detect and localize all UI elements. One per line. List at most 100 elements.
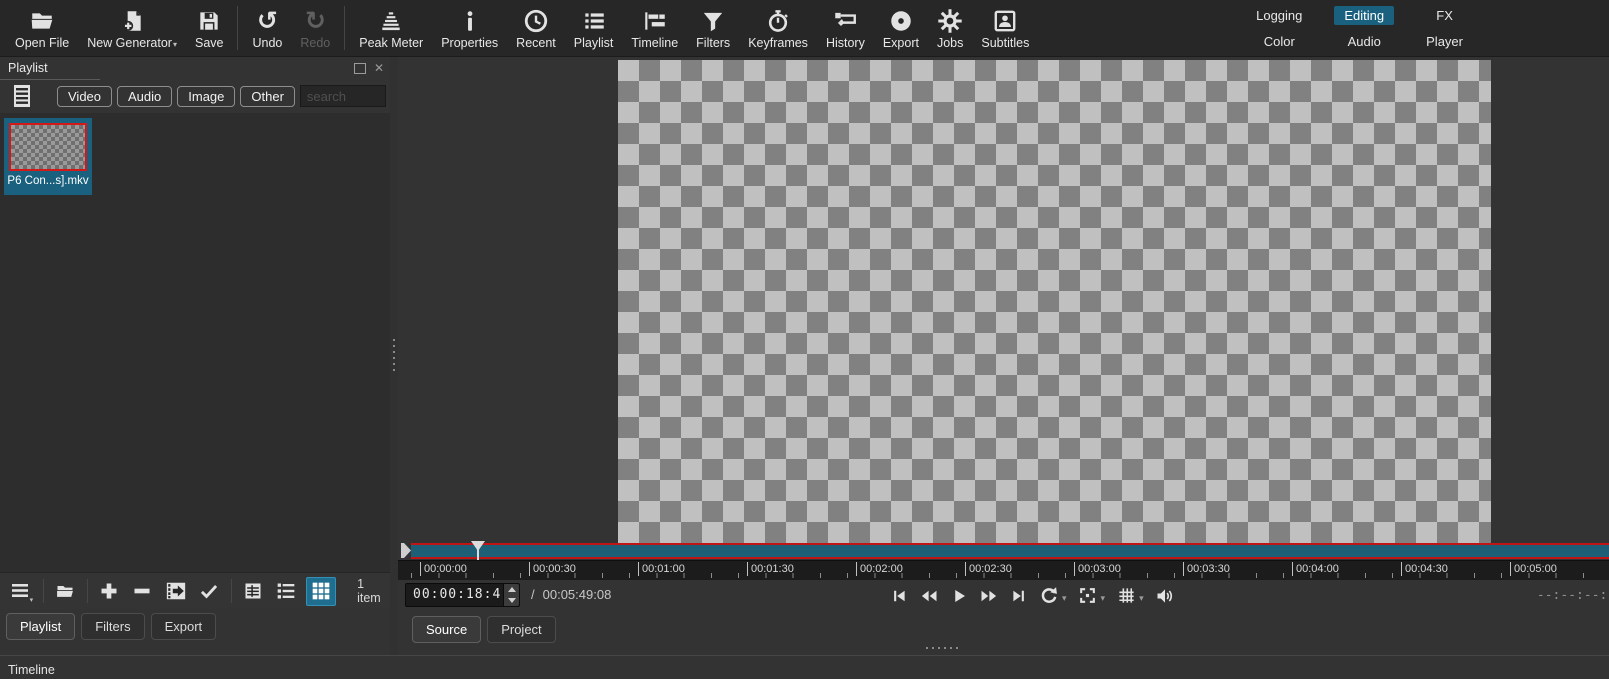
export-button[interactable]: Export [874, 0, 928, 56]
volume-icon [1157, 589, 1172, 603]
layout-logging-button[interactable]: Logging [1246, 6, 1312, 25]
timeline-panel: Timeline [0, 655, 1609, 679]
in-point-marker-icon[interactable] [401, 542, 412, 558]
zoom-fit-button[interactable] [1073, 582, 1103, 610]
ruler-label: 00:01:30 [747, 562, 794, 577]
playlist-filter-row: Video Audio Image Other [0, 79, 390, 113]
update-thumbnails-icon [166, 582, 185, 600]
new-generator-button[interactable]: New Generator▾ [78, 0, 186, 56]
history-button[interactable]: History [817, 0, 874, 56]
playlist-panel: Playlist ✕ Video Audio Image Other searc… [0, 57, 390, 655]
ruler-label: 00:04:30 [1401, 562, 1448, 577]
grid-icon [1118, 588, 1134, 603]
keyframes-button[interactable]: Keyframes [739, 0, 817, 56]
timeline-button[interactable]: Timeline [622, 0, 687, 56]
playlist-menu-dropdown-button[interactable]: ▾ [8, 578, 34, 605]
playlist-menu-button[interactable] [6, 82, 38, 110]
panel-splitter-vertical[interactable] [390, 57, 398, 655]
grid-dropdown-caret-icon[interactable]: ▾ [1139, 593, 1144, 604]
tab-playlist[interactable]: Playlist [6, 613, 76, 640]
update-thumbnails-button[interactable] [163, 578, 189, 605]
video-preview-transparent [618, 60, 1491, 551]
open-file-icon [29, 7, 55, 35]
zoom-dropdown-caret-icon[interactable]: ▾ [1101, 593, 1106, 604]
spinner-up-icon[interactable] [504, 584, 519, 595]
playlist-menu-icon [14, 85, 30, 107]
history-icon [832, 7, 858, 35]
loop-button[interactable] [1034, 582, 1064, 610]
toolbar-separator [87, 579, 89, 603]
playhead-marker[interactable] [470, 540, 486, 561]
fast-forward-button[interactable] [974, 582, 1004, 610]
loop-dropdown-caret-icon[interactable]: ▾ [1062, 593, 1067, 604]
undo-button[interactable]: ↺ Undo [243, 0, 291, 56]
current-timecode-input[interactable] [406, 583, 503, 606]
skip-next-button[interactable] [1004, 582, 1034, 610]
layout-fx-button[interactable]: FX [1426, 6, 1463, 25]
scrub-bar[interactable] [411, 542, 1609, 559]
close-panel-icon[interactable]: ✕ [374, 62, 384, 74]
rewind-button[interactable] [914, 582, 944, 610]
ruler-label: 00:02:00 [856, 562, 903, 577]
float-panel-icon[interactable] [353, 62, 366, 74]
dock-title-underline [0, 79, 100, 80]
jobs-button[interactable]: Jobs [928, 0, 972, 56]
ruler-label: 00:04:00 [1292, 562, 1339, 577]
tab-export[interactable]: Export [150, 613, 217, 640]
toolbar-separator [230, 579, 232, 603]
open-file-button[interactable]: Open File [6, 0, 78, 56]
playlist-item-count: 1 item [357, 577, 381, 605]
playlist-panel-title: Playlist [8, 61, 48, 75]
layout-audio-button[interactable]: Audio [1338, 32, 1391, 51]
play-button[interactable] [944, 582, 974, 610]
open-clip-button[interactable] [52, 578, 78, 605]
recent-button[interactable]: Recent [507, 0, 565, 56]
playlist-label: Playlist [573, 35, 614, 50]
icons-view-button[interactable] [306, 576, 337, 606]
media-tab-image[interactable]: Image [177, 85, 236, 107]
layout-player-button[interactable]: Player [1416, 32, 1473, 51]
peak-meter-icon [378, 7, 404, 35]
playlist-button[interactable]: Playlist [565, 0, 623, 56]
properties-label: Properties [441, 35, 499, 50]
filters-button[interactable]: Filters [687, 0, 739, 56]
dock-tabs: Playlist Filters Export [0, 609, 390, 655]
save-label: Save [194, 35, 224, 50]
layout-color-button[interactable]: Color [1254, 32, 1305, 51]
layout-editing-button[interactable]: Editing [1334, 5, 1395, 25]
properties-icon [457, 7, 483, 35]
add-to-playlist-button[interactable] [96, 578, 122, 605]
select-clip-button[interactable] [196, 578, 222, 605]
panel-splitter-horizontal[interactable] [926, 647, 960, 649]
skip-previous-button[interactable] [884, 582, 914, 610]
new-generator-label: New Generator▾ [87, 35, 177, 50]
tiles-view-button[interactable] [273, 578, 299, 605]
peak-meter-button[interactable]: Peak Meter [350, 0, 432, 56]
splitter-handle-icon [393, 339, 395, 373]
remove-icon [134, 588, 150, 594]
scrub-bar-row [398, 539, 1609, 561]
playlist-item[interactable]: P6 Con...s].mkv [4, 118, 92, 195]
details-view-button[interactable] [240, 578, 266, 605]
tab-project[interactable]: Project [487, 615, 556, 643]
remove-from-playlist-button[interactable] [129, 578, 155, 605]
media-tab-audio[interactable]: Audio [117, 85, 173, 107]
spinner-down-icon[interactable] [504, 595, 519, 606]
properties-button[interactable]: Properties [432, 0, 507, 56]
tab-source[interactable]: Source [412, 615, 482, 643]
timeline-icon [642, 7, 668, 35]
play-icon [955, 589, 965, 602]
grid-button[interactable] [1111, 582, 1141, 610]
redo-icon: ↻ [304, 5, 326, 35]
media-tab-other[interactable]: Other [240, 85, 295, 107]
zoom-fit-icon [1080, 588, 1095, 604]
dropdown-caret-icon: ▾ [29, 596, 34, 604]
subtitles-button[interactable]: Subtitles [972, 0, 1038, 56]
playlist-search-input[interactable] [299, 85, 386, 107]
media-tab-video[interactable]: Video [57, 85, 113, 107]
volume-button[interactable] [1150, 582, 1180, 610]
tab-filters[interactable]: Filters [81, 613, 145, 640]
grid-view-icon [312, 582, 330, 600]
redo-button[interactable]: ↻ Redo [291, 0, 339, 56]
save-button[interactable]: Save [186, 0, 233, 56]
